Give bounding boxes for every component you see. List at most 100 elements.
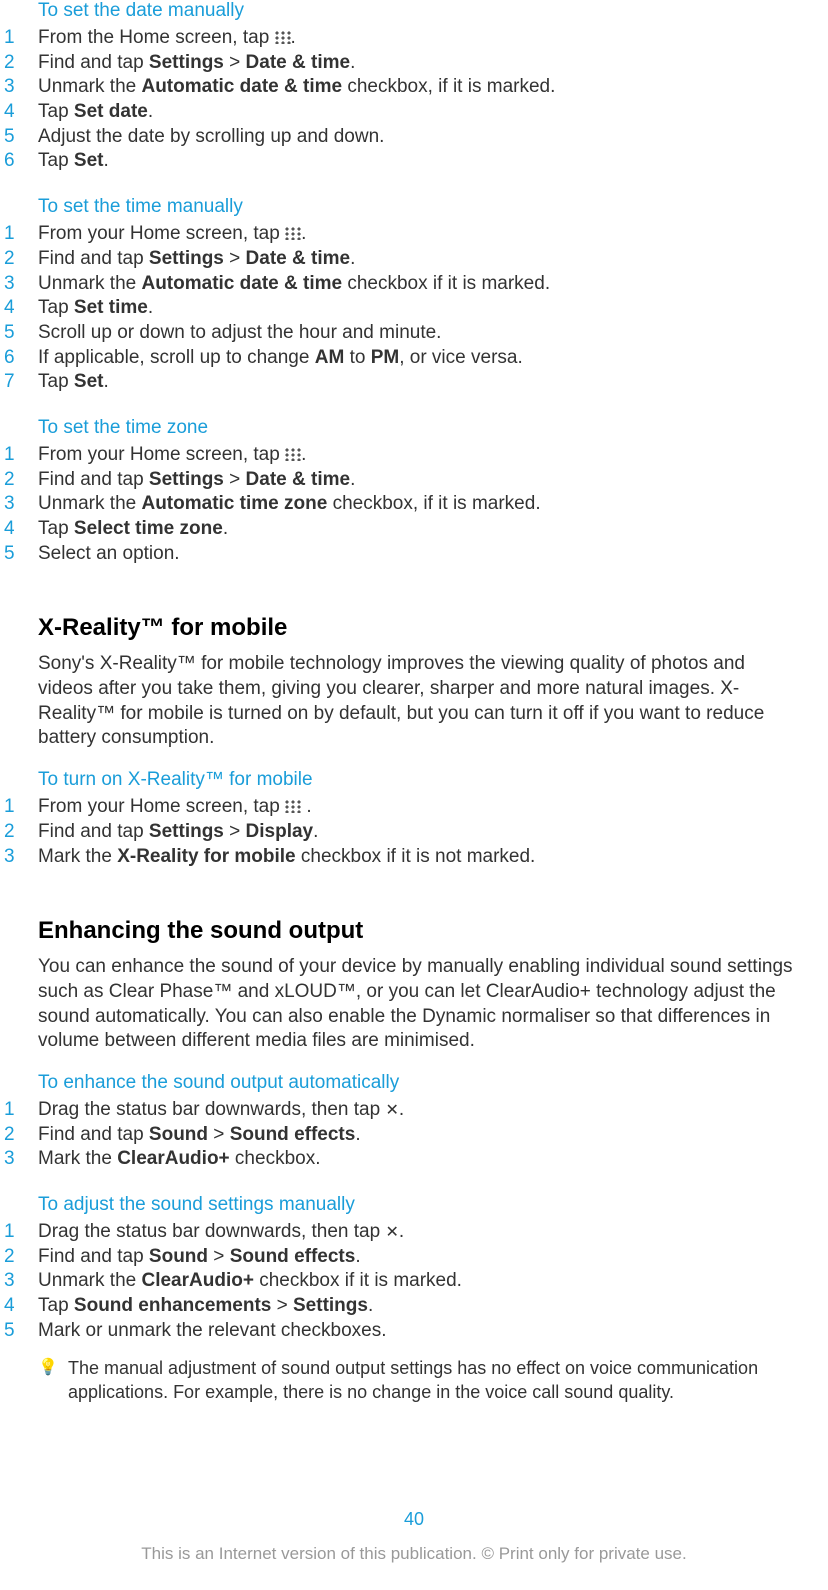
step: 3Mark the ClearAudio+ checkbox. <box>0 1147 818 1172</box>
step-text: Tap Set date. <box>38 100 818 125</box>
tip-text: The manual adjustment of sound output se… <box>68 1357 798 1404</box>
step: 1From your Home screen, tap . <box>0 222 818 247</box>
step-text: Tap Set time. <box>38 296 818 321</box>
section-title: To adjust the sound settings manually <box>38 1194 818 1216</box>
step: 5Scroll up or down to adjust the hour an… <box>0 321 818 346</box>
step-text: Scroll up or down to adjust the hour and… <box>38 321 818 346</box>
step: 6Tap Set. <box>0 149 818 174</box>
section-title: To set the time manually <box>38 196 818 218</box>
step: 2Find and tap Settings > Date & time. <box>0 468 818 493</box>
step-text: Unmark the ClearAudio+ checkbox if it is… <box>38 1269 818 1294</box>
tip: 💡 The manual adjustment of sound output … <box>38 1357 798 1404</box>
step: 1From your Home screen, tap . <box>0 443 818 468</box>
section-title: To turn on X-Reality™ for mobile <box>38 769 818 791</box>
step-text: Find and tap Settings > Date & time. <box>38 247 818 272</box>
step-num: 5 <box>0 542 38 567</box>
step: 1Drag the status bar downwards, then tap… <box>0 1098 818 1123</box>
step-num: 5 <box>0 1319 38 1344</box>
step-num: 6 <box>0 149 38 174</box>
step-num: 3 <box>0 492 38 517</box>
step-num: 2 <box>0 820 38 845</box>
step: 2Find and tap Settings > Date & time. <box>0 247 818 272</box>
step-text: From your Home screen, tap . <box>38 222 818 247</box>
step: 4Tap Set date. <box>0 100 818 125</box>
step: 7Tap Set. <box>0 370 818 395</box>
section-title: To set the date manually <box>38 0 818 22</box>
step-num: 1 <box>0 795 38 820</box>
step: 6If applicable, scroll up to change AM t… <box>0 346 818 371</box>
step-text: Tap Select time zone. <box>38 517 818 542</box>
step-num: 3 <box>0 272 38 297</box>
step: 4Tap Select time zone. <box>0 517 818 542</box>
settings-icon: ✕ <box>385 1101 398 1122</box>
step: 1From your Home screen, tap . <box>0 795 818 820</box>
step: 2Find and tap Sound > Sound effects. <box>0 1245 818 1270</box>
step-text: Mark or unmark the relevant checkboxes. <box>38 1319 818 1344</box>
step-num: 4 <box>0 1294 38 1319</box>
step-text: Mark the X-Reality for mobile checkbox i… <box>38 845 818 870</box>
step-text: Find and tap Sound > Sound effects. <box>38 1123 818 1148</box>
step-num: 4 <box>0 100 38 125</box>
footer-note: This is an Internet version of this publ… <box>0 1544 828 1564</box>
step: 1From the Home screen, tap . <box>0 26 818 51</box>
step-text: Unmark the Automatic time zone checkbox,… <box>38 492 818 517</box>
step-text: Unmark the Automatic date & time checkbo… <box>38 272 818 297</box>
step-num: 4 <box>0 296 38 321</box>
step-text: Tap Sound enhancements > Settings. <box>38 1294 818 1319</box>
step-num: 3 <box>0 75 38 100</box>
step-text: Tap Set. <box>38 149 818 174</box>
step-text: Find and tap Settings > Date & time. <box>38 51 818 76</box>
steps-set-time: 1From your Home screen, tap . 2Find and … <box>0 222 818 395</box>
step-num: 1 <box>0 26 38 51</box>
step-text: Find and tap Sound > Sound effects. <box>38 1245 818 1270</box>
section-title: To enhance the sound output automaticall… <box>38 1072 818 1094</box>
step-num: 2 <box>0 1245 38 1270</box>
step-text: Drag the status bar downwards, then tap … <box>38 1220 818 1245</box>
step-num: 3 <box>0 1147 38 1172</box>
step-num: 5 <box>0 125 38 150</box>
step-num: 6 <box>0 346 38 371</box>
step: 3Unmark the Automatic time zone checkbox… <box>0 492 818 517</box>
step-num: 1 <box>0 1220 38 1245</box>
step-text: Select an option. <box>38 542 818 567</box>
step: 5Select an option. <box>0 542 818 567</box>
steps-sound-auto: 1Drag the status bar downwards, then tap… <box>0 1098 818 1172</box>
step-num: 2 <box>0 51 38 76</box>
step-num: 7 <box>0 370 38 395</box>
step: 4Tap Set time. <box>0 296 818 321</box>
page-number: 40 <box>0 1509 828 1530</box>
step-num: 3 <box>0 1269 38 1294</box>
step-num: 1 <box>0 222 38 247</box>
settings-icon: ✕ <box>385 1223 398 1244</box>
apps-icon <box>285 448 301 461</box>
paragraph: Sony's X-Reality™ for mobile technology … <box>38 652 798 751</box>
step-text: Find and tap Settings > Date & time. <box>38 468 818 493</box>
step-text: Mark the ClearAudio+ checkbox. <box>38 1147 818 1172</box>
step: 2Find and tap Settings > Display. <box>0 820 818 845</box>
paragraph: You can enhance the sound of your device… <box>38 955 798 1054</box>
steps-timezone: 1From your Home screen, tap . 2Find and … <box>0 443 818 566</box>
step: 1Drag the status bar downwards, then tap… <box>0 1220 818 1245</box>
step: 3Mark the X-Reality for mobile checkbox … <box>0 845 818 870</box>
step: 5Mark or unmark the relevant checkboxes. <box>0 1319 818 1344</box>
step: 2Find and tap Settings > Date & time. <box>0 51 818 76</box>
step-num: 2 <box>0 468 38 493</box>
step-num: 4 <box>0 517 38 542</box>
steps-set-date: 1From the Home screen, tap . 2Find and t… <box>0 26 818 174</box>
step: 2Find and tap Sound > Sound effects. <box>0 1123 818 1148</box>
step: 5Adjust the date by scrolling up and dow… <box>0 125 818 150</box>
step-num: 2 <box>0 1123 38 1148</box>
step-text: From your Home screen, tap . <box>38 443 818 468</box>
step-text: Tap Set. <box>38 370 818 395</box>
step-text: Find and tap Settings > Display. <box>38 820 818 845</box>
apps-icon <box>275 31 291 44</box>
step: 3Unmark the Automatic date & time checkb… <box>0 272 818 297</box>
step: 3Unmark the ClearAudio+ checkbox if it i… <box>0 1269 818 1294</box>
step-num: 1 <box>0 1098 38 1123</box>
section-title: To set the time zone <box>38 417 818 439</box>
apps-icon <box>285 227 301 240</box>
step-text: From the Home screen, tap . <box>38 26 818 51</box>
step-text: Unmark the Automatic date & time checkbo… <box>38 75 818 100</box>
step-num: 2 <box>0 247 38 272</box>
steps-sound-manual: 1Drag the status bar downwards, then tap… <box>0 1220 818 1343</box>
